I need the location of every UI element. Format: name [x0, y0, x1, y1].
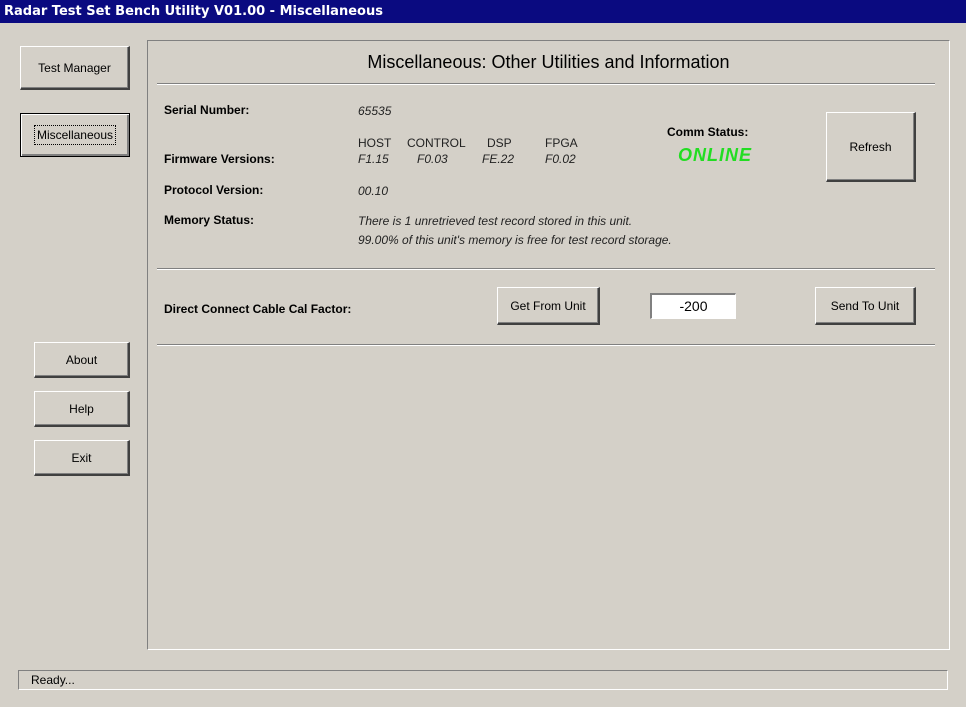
page-title: Miscellaneous: Other Utilities and Infor… — [367, 52, 730, 72]
test-manager-label: Test Manager — [38, 60, 111, 75]
serial-number-label: Serial Number: — [164, 103, 250, 117]
firmware-dsp-header: DSP — [487, 136, 512, 150]
memory-status-label: Memory Status: — [164, 213, 255, 227]
exit-label: Exit — [71, 450, 92, 465]
serial-number-value: 65535 — [358, 104, 392, 118]
firmware-dsp-version: FE.22 — [482, 152, 515, 166]
memory-status-line-2: 99.00% of this unit's memory is free for… — [358, 233, 672, 247]
divider-middle — [157, 268, 935, 270]
firmware-host-header: HOST — [358, 136, 392, 150]
miscellaneous-label: Miscellaneous — [33, 125, 117, 145]
divider-bottom — [157, 344, 935, 346]
comm-status-value: ONLINE — [678, 145, 753, 165]
comm-status-label: Comm Status: — [667, 125, 749, 139]
window-title: Radar Test Set Bench Utility V01.00 - Mi… — [0, 0, 966, 23]
get-from-unit-button[interactable]: Get From Unit — [497, 287, 600, 325]
firmware-control-version: F0.03 — [417, 152, 448, 166]
help-label: Help — [69, 401, 94, 416]
status-text: Ready... — [31, 673, 75, 687]
memory-status-line-1: There is 1 unretrieved test record store… — [358, 214, 633, 228]
about-button[interactable]: About — [34, 342, 130, 378]
firmware-control-header: CONTROL — [407, 136, 466, 150]
divider-top — [157, 83, 935, 85]
send-to-unit-button[interactable]: Send To Unit — [815, 287, 916, 325]
help-button[interactable]: Help — [34, 391, 130, 427]
cal-factor-label: Direct Connect Cable Cal Factor: — [164, 302, 352, 316]
get-from-unit-label: Get From Unit — [510, 298, 586, 313]
refresh-button[interactable]: Refresh — [826, 112, 916, 182]
status-bar: Ready... — [18, 670, 948, 690]
protocol-version-label: Protocol Version: — [164, 183, 264, 197]
about-label: About — [65, 352, 98, 367]
firmware-fpga-header: FPGA — [545, 136, 578, 150]
test-manager-button[interactable]: Test Manager — [20, 46, 130, 90]
cal-factor-input[interactable]: -200 — [650, 293, 736, 319]
firmware-host-version: F1.15 — [358, 152, 389, 166]
send-to-unit-label: Send To Unit — [830, 298, 900, 313]
exit-button[interactable]: Exit — [34, 440, 130, 476]
refresh-label: Refresh — [849, 139, 892, 154]
firmware-versions-label: Firmware Versions: — [164, 152, 275, 166]
firmware-fpga-version: F0.02 — [545, 152, 576, 166]
protocol-version-value: 00.10 — [358, 184, 389, 198]
miscellaneous-button[interactable]: Miscellaneous — [20, 113, 130, 157]
